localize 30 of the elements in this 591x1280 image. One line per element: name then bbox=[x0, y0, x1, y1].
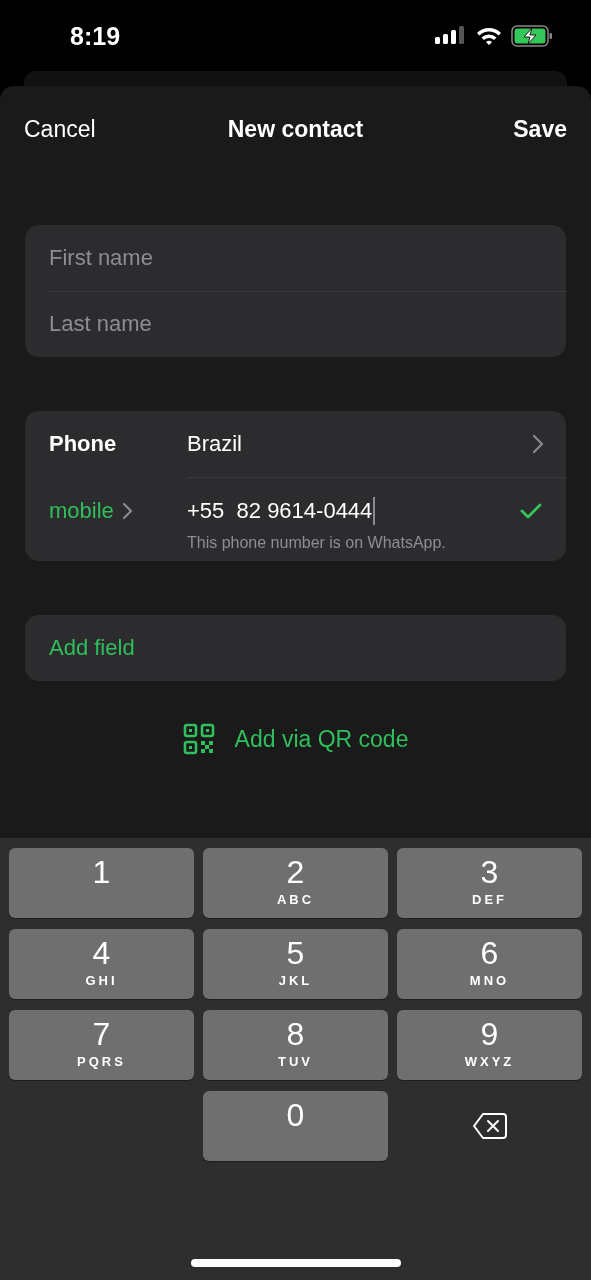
chevron-right-icon bbox=[121, 502, 133, 520]
phone-type-selector[interactable]: mobile bbox=[49, 494, 187, 528]
add-field-button[interactable]: Add field bbox=[25, 615, 566, 681]
keypad-key[interactable]: 8 TUV bbox=[203, 1010, 388, 1080]
clock-time: 8:19 bbox=[70, 21, 121, 51]
signal-icon bbox=[435, 26, 467, 46]
keypad-key[interactable]: 2 ABC bbox=[203, 848, 388, 918]
phone-label: Phone bbox=[49, 431, 118, 457]
name-field[interactable]: Last name bbox=[25, 291, 566, 357]
keypad-key[interactable]: 4 GHI bbox=[9, 929, 194, 999]
keypad-key[interactable]: 0 bbox=[203, 1091, 388, 1161]
whatsapp-note: This phone number is on WhatsApp. bbox=[187, 534, 447, 552]
backspace-icon[interactable] bbox=[471, 1112, 508, 1140]
qr-code-icon bbox=[182, 723, 215, 755]
cancel-button[interactable]: Cancel bbox=[24, 115, 96, 143]
keypad-key[interactable]: 7 PQRS bbox=[9, 1010, 194, 1080]
keypad-key[interactable]: 6 MNO bbox=[397, 929, 582, 999]
screen-title: New contact bbox=[227, 115, 364, 143]
keypad-key[interactable]: 9 WXYZ bbox=[397, 1010, 582, 1080]
add-via-qr-button[interactable]: Add via QR code bbox=[182, 719, 409, 759]
name-field[interactable]: First name bbox=[25, 225, 566, 291]
battery-charging-icon bbox=[511, 25, 553, 47]
keypad-key[interactable]: 5 JKL bbox=[203, 929, 388, 999]
chevron-right-icon bbox=[532, 434, 544, 454]
wifi-icon bbox=[476, 26, 502, 46]
keypad-key[interactable]: 1 bbox=[9, 848, 194, 918]
phone-number-field[interactable]: +55 82 9614-0444 bbox=[187, 497, 376, 525]
save-button[interactable]: Save bbox=[513, 115, 567, 143]
country-selector[interactable]: Brazil bbox=[187, 431, 566, 457]
keypad-key[interactable]: 3 DEF bbox=[397, 848, 582, 918]
